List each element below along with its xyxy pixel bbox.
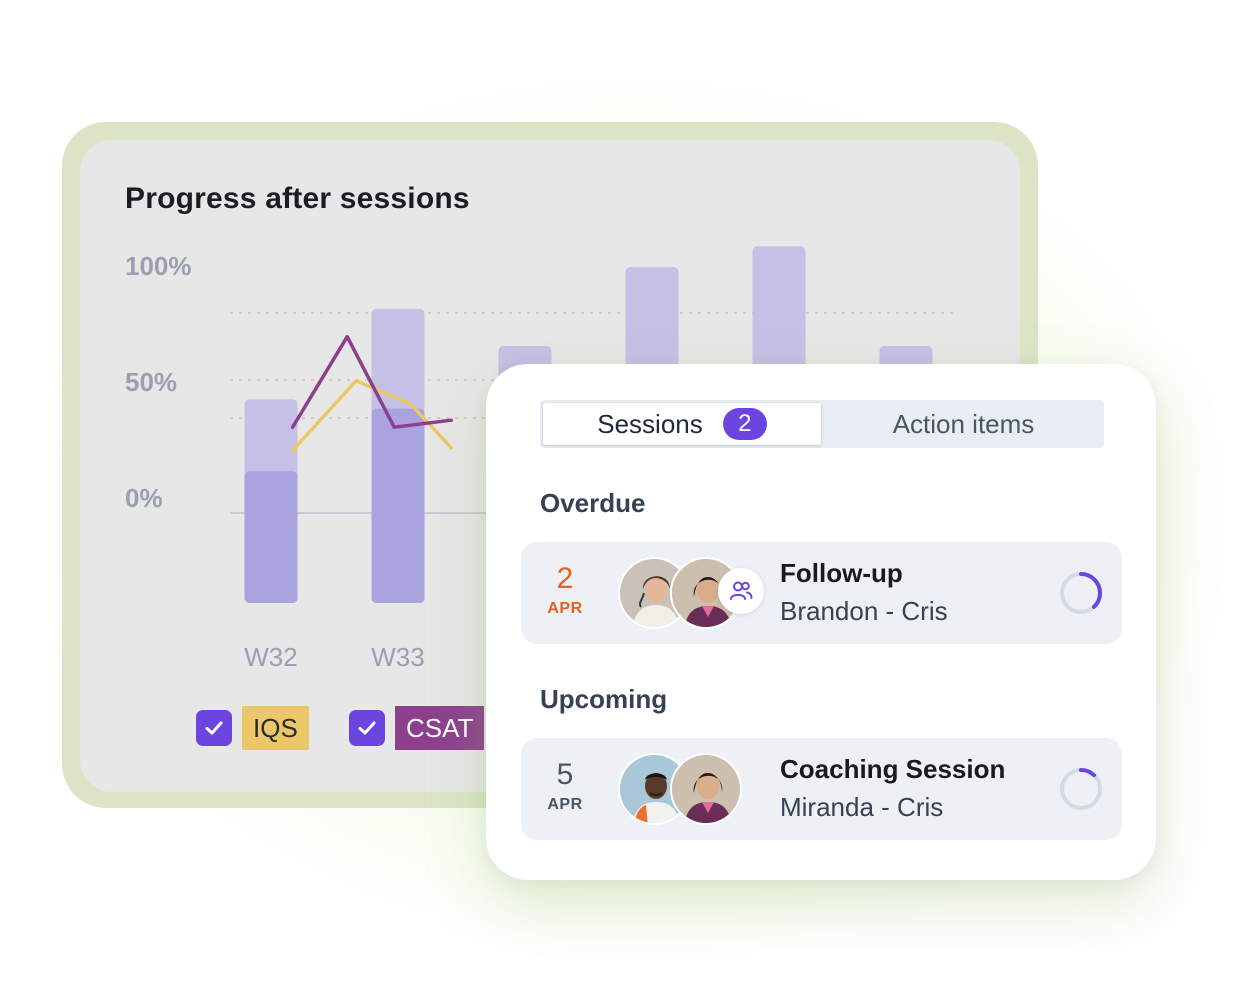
chart-bar bbox=[244, 471, 298, 603]
y-tick-label: 50% bbox=[125, 367, 177, 397]
session-date: 5 APR bbox=[525, 758, 605, 814]
session-participants: Brandon - Cris bbox=[780, 596, 948, 626]
progress-ring-icon bbox=[1060, 572, 1102, 614]
iqs-checkbox[interactable] bbox=[196, 710, 232, 746]
tab-action-items[interactable]: Action items bbox=[826, 403, 1101, 445]
checkmark-icon bbox=[358, 721, 376, 735]
sessions-panel: Sessions 2 Action items Overdue 2 APR Fo… bbox=[486, 364, 1156, 880]
session-participants: Miranda - Cris bbox=[780, 792, 944, 822]
people-group-icon bbox=[718, 568, 764, 614]
participant-avatars bbox=[618, 753, 798, 825]
session-date: 2 APR bbox=[525, 562, 605, 618]
session-date-month: APR bbox=[547, 796, 583, 813]
csat-checkbox[interactable] bbox=[349, 710, 385, 746]
tab-sessions[interactable]: Sessions 2 bbox=[543, 403, 821, 445]
legend-item-csat[interactable]: CSAT bbox=[349, 706, 485, 750]
checkmark-icon bbox=[205, 721, 223, 735]
x-tick-label: W32 bbox=[244, 642, 297, 672]
chart-bar bbox=[371, 408, 425, 603]
x-tick-label: W33 bbox=[371, 642, 424, 672]
session-title: Coaching Session bbox=[780, 754, 1006, 784]
session-title: Follow-up bbox=[780, 558, 903, 588]
session-row-follow-up[interactable]: 2 APR Follow-up Brandon - Cris bbox=[521, 542, 1122, 644]
tab-action-items-label: Action items bbox=[892, 408, 1035, 439]
legend-label-iqs: IQS bbox=[242, 706, 309, 750]
participant-avatars bbox=[618, 557, 798, 629]
legend-item-iqs[interactable]: IQS bbox=[196, 706, 309, 750]
tab-sessions-label: Sessions bbox=[597, 408, 703, 439]
section-title-upcoming: Upcoming bbox=[540, 684, 668, 714]
y-tick-label: 100% bbox=[125, 251, 192, 281]
progress-ring-icon bbox=[1060, 768, 1102, 810]
avatar bbox=[670, 753, 742, 825]
session-date-day: 2 bbox=[556, 562, 574, 595]
tab-bar: Sessions 2 Action items bbox=[540, 400, 1104, 448]
session-date-day: 5 bbox=[556, 758, 574, 791]
sessions-count-badge: 2 bbox=[722, 408, 767, 440]
legend-label-csat: CSAT bbox=[395, 706, 485, 750]
session-row-coaching[interactable]: 5 APR Coaching Session Miranda - Cris bbox=[521, 738, 1122, 840]
section-title-overdue: Overdue bbox=[540, 488, 646, 518]
y-tick-label: 0% bbox=[125, 483, 163, 513]
session-date-month: APR bbox=[547, 600, 583, 617]
